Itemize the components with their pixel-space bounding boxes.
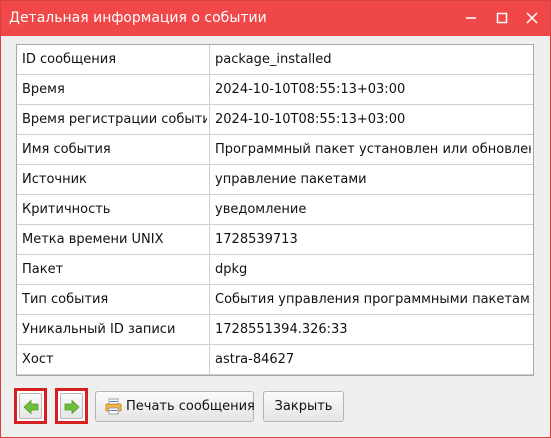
close-button[interactable]: Закрыть	[263, 391, 344, 422]
field-name: Пакет	[22, 262, 64, 277]
field-name: Источник	[22, 172, 87, 187]
minimize-icon	[466, 17, 476, 19]
field-value: События управления программными пакетами	[215, 292, 531, 307]
next-event-button-face[interactable]	[60, 393, 83, 419]
table-row[interactable]: Время 2024-10-10T08:55:13+03:00	[17, 75, 533, 105]
table-row[interactable]: Хост astra-84627	[17, 345, 533, 375]
field-value: dpkg	[215, 262, 248, 277]
printer-icon	[105, 398, 122, 415]
maximize-icon	[496, 12, 508, 24]
field-name: Имя события	[22, 142, 111, 157]
table-row[interactable]: Имя события Программный пакет установлен…	[17, 135, 533, 165]
field-name: Хост	[22, 352, 54, 367]
window-title: Детальная информация о событии	[9, 10, 267, 26]
print-message-label: Печать сообщения	[126, 399, 255, 414]
field-value: 1728551394.326:33	[215, 322, 348, 337]
field-value: Программный пакет установлен или обновле…	[215, 142, 531, 157]
title-bar[interactable]: Детальная информация о событии	[1, 1, 550, 36]
table-row[interactable]: ID сообщения package_installed	[17, 45, 533, 75]
details-table: ID сообщения package_installed Время 202…	[16, 44, 534, 376]
close-window-button[interactable]	[520, 7, 544, 29]
column-divider	[209, 45, 210, 374]
maximize-button[interactable]	[490, 7, 514, 29]
field-name: Уникальный ID записи	[22, 322, 176, 337]
close-icon	[526, 12, 538, 24]
field-name: Время регистрации события	[22, 112, 207, 127]
next-event-button[interactable]	[55, 388, 88, 424]
field-value: astra-84627	[215, 352, 295, 367]
table-row[interactable]: Пакет dpkg	[17, 255, 533, 285]
field-name: Метка времени UNIX	[22, 232, 164, 247]
field-name: Тип события	[22, 292, 109, 307]
field-value: package_installed	[215, 52, 332, 67]
close-label: Закрыть	[274, 399, 333, 414]
field-name: ID сообщения	[22, 52, 117, 67]
print-message-button[interactable]: Печать сообщения	[95, 391, 255, 422]
field-value: уведомление	[215, 202, 307, 217]
previous-event-button-face[interactable]	[19, 393, 42, 419]
minimize-button[interactable]	[459, 7, 483, 29]
table-row[interactable]: Источник управление пакетами	[17, 165, 533, 195]
table-row[interactable]: Метка времени UNIX 1728539713	[17, 225, 533, 255]
table-row[interactable]: Критичность уведомление	[17, 195, 533, 225]
arrow-left-icon	[23, 399, 39, 415]
event-details-window: Детальная информация о событии ID сообще…	[0, 0, 551, 438]
field-value: управление пакетами	[215, 172, 367, 187]
previous-event-button[interactable]	[14, 388, 47, 424]
table-row[interactable]: Уникальный ID записи 1728551394.326:33	[17, 315, 533, 345]
field-value: 2024-10-10T08:55:13+03:00	[215, 112, 406, 127]
arrow-right-icon	[64, 399, 80, 415]
field-name: Время	[22, 82, 65, 97]
field-name: Критичность	[22, 202, 111, 217]
field-value: 2024-10-10T08:55:13+03:00	[215, 82, 406, 97]
table-row[interactable]: Время регистрации события 2024-10-10T08:…	[17, 105, 533, 135]
field-value: 1728539713	[215, 232, 298, 247]
table-row[interactable]: Тип события События управления программн…	[17, 285, 533, 315]
